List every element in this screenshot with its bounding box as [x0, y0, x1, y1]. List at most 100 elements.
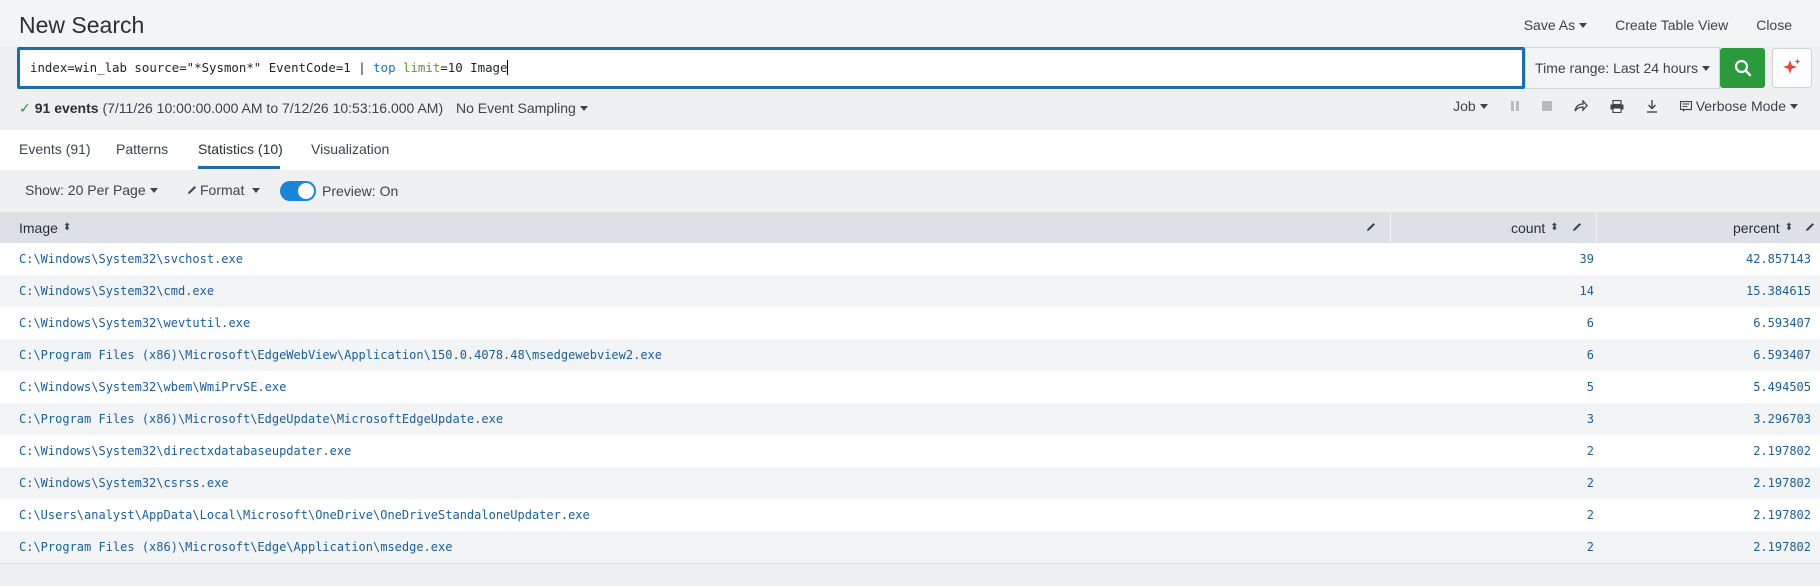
per-page-label: Show: 20 Per Page [25, 182, 146, 198]
image-cell[interactable]: C:\Windows\System32\svchost.exe [19, 252, 243, 266]
search-mode-dropdown[interactable]: Verbose Mode [1679, 98, 1798, 114]
percent-cell[interactable]: 6.593407 [1753, 348, 1811, 362]
check-icon: ✓ [19, 100, 31, 116]
sort-icon: ⬍ [62, 222, 72, 233]
job-label: Job [1453, 98, 1476, 114]
image-cell[interactable]: C:\Windows\System32\directxdatabaseupdat… [19, 444, 351, 458]
time-range-label: Time range: Last 24 hours [1535, 60, 1698, 76]
image-cell[interactable]: C:\Program Files (x86)\Microsoft\EdgeWeb… [19, 348, 662, 362]
ai-assistant-button[interactable] [1772, 48, 1812, 88]
count-cell[interactable]: 2 [1587, 540, 1594, 554]
count-cell[interactable]: 39 [1580, 252, 1594, 266]
event-sampling-label: No Event Sampling [456, 100, 576, 116]
count-cell[interactable]: 2 [1587, 444, 1594, 458]
count-cell[interactable]: 2 [1587, 508, 1594, 522]
column-header-percent[interactable]: percent ⬍ [1733, 220, 1793, 236]
chevron-down-icon [1579, 22, 1588, 28]
count-cell[interactable]: 14 [1580, 284, 1594, 298]
table-row: C:\Windows\System32\svchost.exe 39 42.85… [0, 243, 1820, 275]
search-icon [1734, 59, 1751, 77]
events-status: ✓ 91 events (7/11/26 10:00:00.000 AM to 7… [19, 100, 443, 117]
percent-cell[interactable]: 6.593407 [1753, 316, 1811, 330]
stop-button[interactable] [1541, 101, 1552, 111]
tab-statistics[interactable]: Statistics (10) [198, 141, 283, 157]
share-button[interactable] [1574, 100, 1588, 112]
share-icon [1574, 100, 1588, 112]
image-cell[interactable]: C:\Windows\System32\wevtutil.exe [19, 316, 250, 330]
query-space [396, 60, 403, 75]
query-text-tail: =10 Image [440, 60, 508, 75]
column-divider[interactable] [1390, 212, 1391, 243]
count-cell[interactable]: 6 [1587, 348, 1594, 362]
page-header: New Search Save As Create Table View Clo… [0, 0, 1820, 46]
percent-cell[interactable]: 2.197802 [1753, 476, 1811, 490]
job-status-row: ✓ 91 events (7/11/26 10:00:00.000 AM to 7… [0, 96, 1820, 120]
export-button[interactable] [1646, 99, 1658, 113]
job-menu[interactable]: Job [1453, 98, 1488, 114]
percent-cell[interactable]: 42.857143 [1746, 252, 1811, 266]
search-input[interactable]: index=win_lab source="*Sysmon*" EventCod… [17, 47, 1525, 89]
count-cell[interactable]: 6 [1587, 316, 1594, 330]
column-label: Image [19, 220, 58, 236]
column-divider[interactable] [1596, 212, 1597, 243]
print-button[interactable] [1610, 99, 1624, 113]
search-mode-label: Verbose Mode [1695, 98, 1786, 114]
column-edit-icon[interactable] [1572, 222, 1582, 232]
percent-cell[interactable]: 5.494505 [1753, 380, 1811, 394]
events-range: (7/11/26 10:00:00.000 AM to 7/12/26 10:5… [102, 100, 444, 116]
percent-cell[interactable]: 2.197802 [1753, 540, 1811, 554]
percent-cell[interactable]: 2.197802 [1753, 444, 1811, 458]
tab-events[interactable]: Events (91) [19, 141, 91, 157]
table-row: C:\Program Files (x86)\Microsoft\EdgeWeb… [0, 339, 1820, 371]
event-sampling-dropdown[interactable]: No Event Sampling [456, 100, 588, 116]
tab-patterns[interactable]: Patterns [116, 141, 168, 157]
search-query[interactable]: index=win_lab source="*Sysmon*" EventCod… [30, 60, 509, 75]
table-footer [0, 563, 1820, 586]
column-edit-icon[interactable] [1366, 222, 1376, 232]
tab-visualization[interactable]: Visualization [311, 141, 389, 157]
close-label: Close [1756, 17, 1792, 33]
chevron-down-icon [1701, 65, 1710, 71]
table-header: Image ⬍ count ⬍ percent ⬍ [0, 212, 1820, 243]
percent-cell[interactable]: 2.197802 [1753, 508, 1811, 522]
sort-icon: ⬍ [1784, 222, 1794, 233]
table-row: C:\Windows\System32\wevtutil.exe 6 6.593… [0, 307, 1820, 339]
query-command: top [373, 60, 396, 75]
create-table-view-button[interactable]: Create Table View [1601, 17, 1742, 33]
count-cell[interactable]: 3 [1587, 412, 1594, 426]
statistics-table: Image ⬍ count ⬍ percent ⬍ C:\Windows\Sys… [0, 212, 1820, 563]
search-button[interactable] [1720, 48, 1765, 88]
column-header-image[interactable]: Image ⬍ [19, 220, 71, 236]
events-count: 91 events [34, 100, 99, 116]
image-cell[interactable]: C:\Users\analyst\AppData\Local\Microsoft… [19, 508, 590, 522]
preview-label: Preview: On [322, 183, 399, 199]
image-cell[interactable]: C:\Program Files (x86)\Microsoft\EdgeUpd… [19, 412, 503, 426]
close-button[interactable]: Close [1742, 17, 1806, 33]
page-title: New Search [19, 12, 145, 38]
table-row: C:\Windows\System32\wbem\WmiPrvSE.exe 5 … [0, 371, 1820, 403]
time-range-picker[interactable]: Time range: Last 24 hours [1525, 47, 1720, 89]
per-page-dropdown[interactable]: Show: 20 Per Page [25, 182, 158, 198]
results-tabs: Events (91) Patterns Statistics (10) Vis… [0, 130, 1820, 170]
toggle-switch[interactable] [280, 181, 316, 201]
count-cell[interactable]: 2 [1587, 476, 1594, 490]
pause-button[interactable] [1510, 100, 1520, 112]
percent-cell[interactable]: 3.296703 [1753, 412, 1811, 426]
image-cell[interactable]: C:\Windows\System32\wbem\WmiPrvSE.exe [19, 380, 286, 394]
pencil-icon [188, 186, 196, 194]
image-cell[interactable]: C:\Windows\System32\cmd.exe [19, 284, 214, 298]
format-dropdown[interactable]: Format [187, 182, 261, 198]
column-header-count[interactable]: count ⬍ [1511, 220, 1559, 236]
chevron-down-icon [1790, 103, 1798, 109]
table-row: C:\Users\analyst\AppData\Local\Microsoft… [0, 499, 1820, 531]
column-edit-icon[interactable] [1805, 222, 1815, 232]
column-label: count [1511, 220, 1546, 236]
percent-cell[interactable]: 15.384615 [1746, 284, 1811, 298]
chevron-down-icon [579, 105, 588, 111]
preview-toggle[interactable]: Preview: On [280, 181, 398, 201]
chevron-down-icon [1479, 103, 1488, 109]
count-cell[interactable]: 5 [1587, 380, 1594, 394]
image-cell[interactable]: C:\Program Files (x86)\Microsoft\Edge\Ap… [19, 540, 452, 554]
save-as-menu[interactable]: Save As [1510, 17, 1601, 33]
image-cell[interactable]: C:\Windows\System32\csrss.exe [19, 476, 229, 490]
